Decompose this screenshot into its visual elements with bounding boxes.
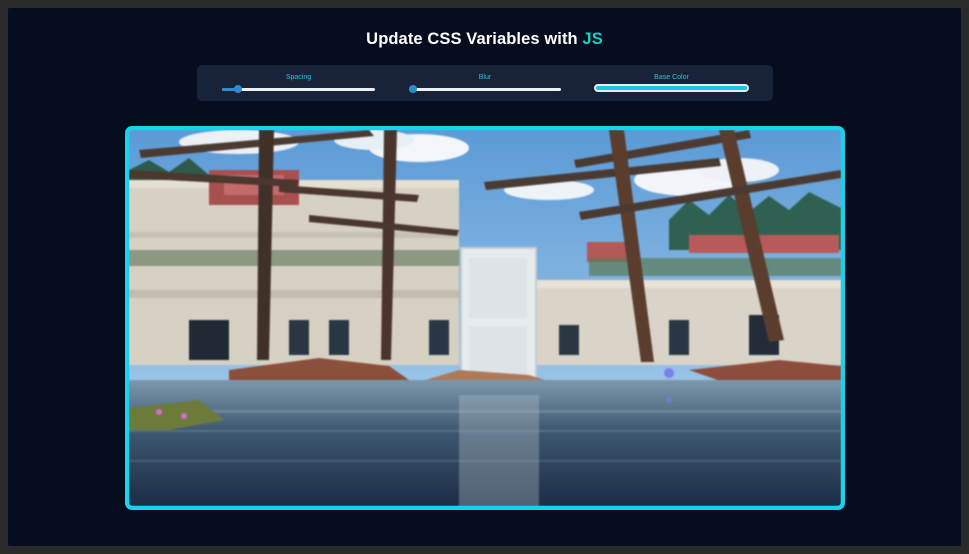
title-text: Update CSS Variables with (366, 30, 583, 48)
spacing-label: Spacing (285, 74, 312, 81)
image-frame (125, 126, 845, 510)
title-accent: JS (582, 30, 603, 48)
scene-image (129, 130, 841, 506)
blur-label: Blur (478, 74, 492, 81)
base-color-label: Base Color (654, 74, 689, 81)
page-frame: Update CSS Variables with JS Spacing Blu… (8, 8, 961, 546)
base-color-control: Base Color (594, 65, 749, 101)
spacing-slider-thumb[interactable] (234, 85, 242, 93)
spacing-control: Spacing (222, 65, 375, 101)
base-color-picker[interactable] (594, 84, 749, 92)
blur-slider-thumb[interactable] (409, 85, 417, 93)
controls-panel: Spacing Blur Base Color (197, 65, 773, 101)
blur-control: Blur (409, 65, 561, 101)
page-title: Update CSS Variables with JS (8, 30, 961, 49)
blur-slider-track[interactable] (409, 88, 561, 91)
spacing-slider-track[interactable] (222, 88, 375, 91)
